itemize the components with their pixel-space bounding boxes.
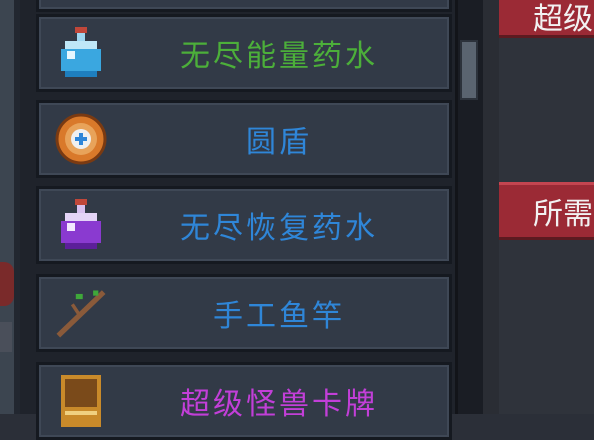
- inventory-item-energy-potion[interactable]: 无尽能量药水: [36, 14, 452, 92]
- item-name: 超级怪兽卡牌: [180, 387, 378, 422]
- fishing-rod-icon: [55, 287, 107, 339]
- round-shield-icon: [55, 113, 107, 165]
- required-tab-label: 所需: [533, 197, 593, 232]
- super-tab-button[interactable]: 超级: [499, 0, 594, 38]
- inventory-item-fishing-rod[interactable]: 手工鱼竿: [36, 274, 452, 352]
- character-fragment-2: [0, 322, 12, 352]
- required-tab-button[interactable]: 所需: [499, 182, 594, 240]
- inventory-item-partial[interactable]: [36, 0, 452, 12]
- item-name: 无尽能量药水: [180, 39, 378, 74]
- inventory-panel: 无尽能量药水 圆盾 无尽恢复药水 手工鱼竿 超级怪兽卡牌: [20, 0, 460, 440]
- character-fragment: [0, 262, 14, 306]
- super-tab-label: 超级: [533, 2, 593, 37]
- item-name: 手工鱼竿: [213, 299, 345, 334]
- inventory-item-round-shield[interactable]: 圆盾: [36, 100, 452, 178]
- right-divider: [483, 0, 499, 414]
- scrollbar-thumb[interactable]: [460, 40, 478, 100]
- item-name: 无尽恢复药水: [180, 211, 378, 246]
- potion-blue-icon: [55, 27, 107, 79]
- monster-card-icon: [55, 375, 107, 427]
- inventory-item-recovery-potion[interactable]: 无尽恢复药水: [36, 186, 452, 264]
- inventory-item-monster-card[interactable]: 超级怪兽卡牌: [36, 362, 452, 440]
- potion-purple-icon: [55, 199, 107, 251]
- item-name: 圆盾: [246, 125, 312, 160]
